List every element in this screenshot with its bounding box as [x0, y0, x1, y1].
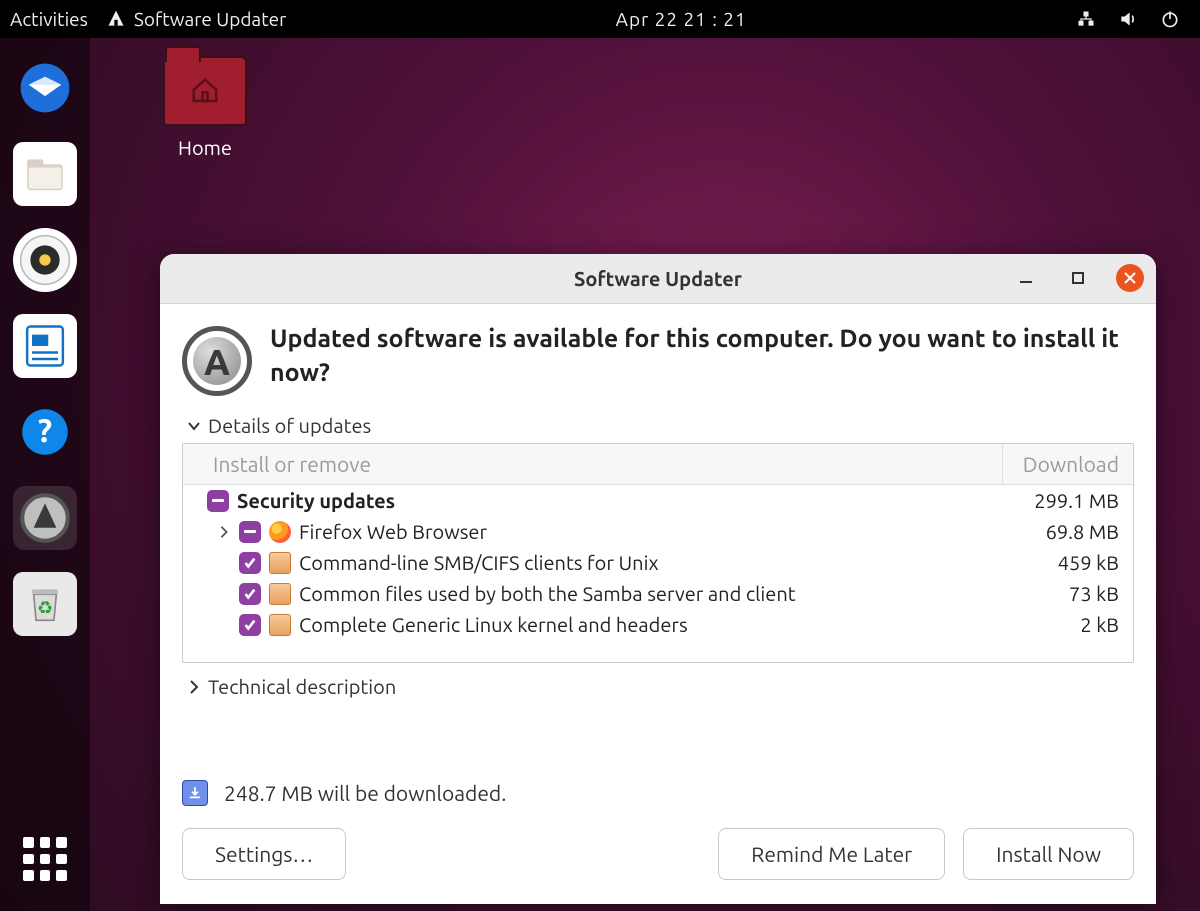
app-indicator-label: Software Updater [134, 8, 286, 30]
apps-grid-icon [23, 837, 67, 881]
maximize-icon [1070, 270, 1086, 286]
dock-writer[interactable] [13, 314, 77, 378]
update-row[interactable]: Firefox Web Browser 69.8 MB [183, 516, 1133, 547]
technical-expander-label: Technical description [208, 675, 396, 698]
dock-help[interactable]: ? [13, 400, 77, 464]
dock-trash[interactable]: ♻ [13, 572, 77, 636]
home-glyph-icon [188, 76, 222, 106]
update-row-size: 73 kB [999, 582, 1119, 605]
checkbox-checked-icon[interactable] [239, 614, 261, 636]
chevron-down-icon [186, 418, 202, 434]
column-download[interactable]: Download [1003, 444, 1133, 484]
checkbox-checked-icon[interactable] [239, 583, 261, 605]
volume-icon[interactable] [1118, 9, 1138, 29]
desktop-home-label: Home [160, 136, 250, 159]
update-row-label: Command-line SMB/CIFS clients for Unix [299, 551, 991, 574]
writer-icon [19, 320, 71, 372]
activities-button[interactable]: Activities [10, 8, 88, 30]
package-icon [269, 614, 291, 636]
window-titlebar[interactable]: Software Updater [160, 254, 1156, 304]
update-row-size: 459 kB [999, 551, 1119, 574]
updates-list-header: Install or remove Download [183, 444, 1133, 485]
details-expander[interactable]: Details of updates [186, 414, 1134, 437]
help-icon: ? [19, 406, 71, 458]
download-icon [182, 780, 208, 806]
svg-text:?: ? [38, 413, 52, 449]
chevron-right-icon[interactable] [217, 525, 231, 539]
dock-thunderbird[interactable] [13, 56, 77, 120]
technical-expander[interactable]: Technical description [186, 675, 1134, 698]
update-row-label: Common files used by both the Samba serv… [299, 582, 991, 605]
speaker-icon [19, 234, 71, 286]
remind-later-button[interactable]: Remind Me Later [718, 828, 945, 880]
software-updater-window: Software Updater A Updated software is a… [160, 254, 1156, 904]
update-row[interactable]: Command-line SMB/CIFS clients for Unix 4… [183, 547, 1133, 578]
checkbox-indeterminate-icon[interactable] [207, 490, 229, 512]
updater-headline: Updated software is available for this c… [270, 322, 1134, 390]
dock-software-updater[interactable] [13, 486, 77, 550]
dock-apps-button[interactable] [23, 837, 67, 881]
trash-icon: ♻ [19, 578, 71, 630]
dock-files[interactable] [13, 142, 77, 206]
update-row[interactable]: Common files used by both the Samba serv… [183, 578, 1133, 609]
settings-button[interactable]: Settings… [182, 828, 346, 880]
checkbox-checked-icon[interactable] [239, 552, 261, 574]
package-icon [269, 583, 291, 605]
checkbox-indeterminate-icon[interactable] [239, 521, 261, 543]
updates-list: Install or remove Download Security upda… [182, 443, 1134, 663]
window-maximize-button[interactable] [1064, 264, 1092, 292]
package-icon [269, 552, 291, 574]
details-expander-label: Details of updates [208, 414, 371, 437]
dock-rhythmbox[interactable] [13, 228, 77, 292]
updater-header-icon: A [182, 326, 252, 396]
files-icon [19, 148, 71, 200]
update-row-size: 69.8 MB [999, 520, 1119, 543]
clock[interactable]: Apr 22 21 : 21 [616, 8, 747, 30]
download-size-text: 248.7 MB will be downloaded. [224, 781, 506, 805]
window-close-button[interactable] [1116, 264, 1144, 292]
group-label: Security updates [237, 489, 991, 512]
group-size: 299.1 MB [999, 489, 1119, 512]
update-row-label: Firefox Web Browser [299, 520, 991, 543]
column-name[interactable]: Install or remove [183, 444, 1003, 484]
updater-indicator-icon [106, 9, 126, 29]
app-indicator[interactable]: Software Updater [106, 8, 286, 30]
install-now-button[interactable]: Install Now [963, 828, 1134, 880]
folder-icon [163, 56, 247, 126]
minimize-icon [1018, 270, 1034, 286]
download-size-row: 248.7 MB will be downloaded. [182, 780, 1134, 806]
svg-text:♻: ♻ [37, 598, 53, 618]
dock: ? ♻ [0, 38, 90, 911]
update-row[interactable]: Complete Generic Linux kernel and header… [183, 609, 1133, 640]
power-icon[interactable] [1160, 9, 1180, 29]
top-bar: Activities Software Updater Apr 22 21 : … [0, 0, 1200, 38]
updates-group-security[interactable]: Security updates 299.1 MB [183, 485, 1133, 516]
desktop-home-icon[interactable]: Home [160, 56, 250, 159]
chevron-right-icon [186, 679, 202, 695]
close-icon [1122, 270, 1138, 286]
software-updater-icon [19, 492, 71, 544]
window-minimize-button[interactable] [1012, 264, 1040, 292]
firefox-icon [269, 521, 291, 543]
update-row-size: 2 kB [999, 613, 1119, 636]
window-title: Software Updater [574, 267, 742, 290]
update-row-label: Complete Generic Linux kernel and header… [299, 613, 991, 636]
network-icon[interactable] [1076, 9, 1096, 29]
thunderbird-icon [19, 62, 71, 114]
